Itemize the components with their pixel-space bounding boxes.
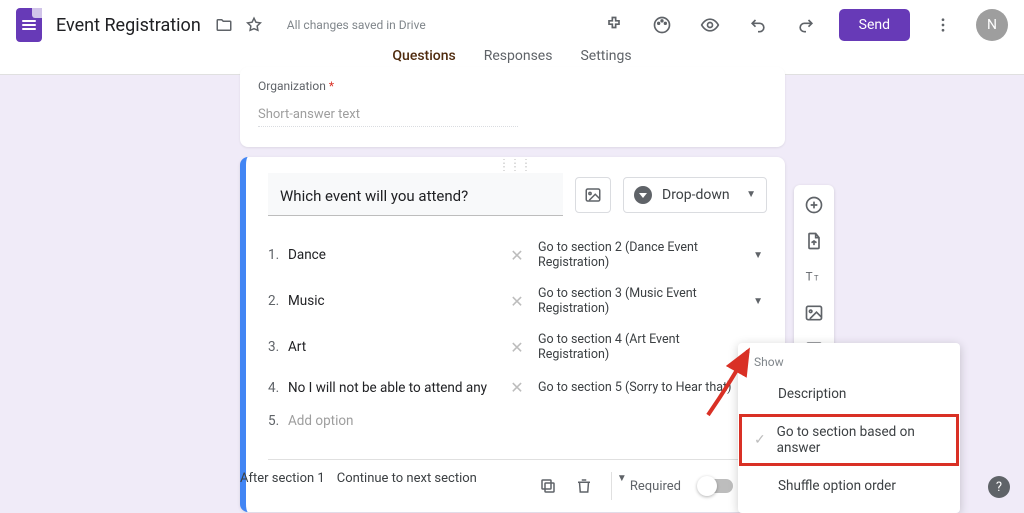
preview-icon[interactable] xyxy=(700,15,720,35)
required-asterisk: * xyxy=(329,79,334,93)
folder-icon[interactable] xyxy=(214,15,234,35)
after-section-select[interactable]: Continue to next section ▼ xyxy=(337,471,627,486)
option-row[interactable]: 1. Dance ✕ Go to section 2 (Dance Event … xyxy=(268,232,767,278)
option-row[interactable]: 4. No I will not be able to attend any ✕… xyxy=(268,370,767,405)
question-type-label: Drop-down xyxy=(662,187,736,203)
remove-option-icon[interactable]: ✕ xyxy=(508,246,526,265)
add-image-sidebar-button[interactable] xyxy=(804,303,824,323)
question-title-input[interactable]: Which event will you attend? xyxy=(268,173,563,216)
popup-description[interactable]: Description xyxy=(738,375,960,413)
chevron-down-icon: ▼ xyxy=(617,473,627,484)
question-type-select[interactable]: Drop-down ▼ xyxy=(623,177,767,213)
question-more-menu-popup: Show Description ✓Go to section based on… xyxy=(738,343,960,513)
previous-question-card[interactable]: Organization * Short-answer text xyxy=(240,67,785,147)
add-title-button[interactable]: TT xyxy=(804,267,824,287)
import-questions-button[interactable] xyxy=(804,231,824,251)
account-avatar[interactable]: N xyxy=(976,9,1008,41)
prev-answer-hint: Short-answer text xyxy=(258,107,518,127)
drag-handle-icon[interactable]: ⋮⋮⋮⋮⋮⋮ xyxy=(246,157,785,173)
add-question-button[interactable] xyxy=(804,195,824,215)
document-title[interactable]: Event Registration xyxy=(56,15,201,36)
after-section-label: After section 1 xyxy=(240,471,325,486)
remove-option-icon[interactable]: ✕ xyxy=(508,292,526,311)
remove-option-icon[interactable]: ✕ xyxy=(508,378,526,397)
options-list: 1. Dance ✕ Go to section 2 (Dance Event … xyxy=(246,226,785,443)
svg-text:T: T xyxy=(814,273,819,282)
popup-show-heading: Show xyxy=(738,353,960,375)
popup-goto-section[interactable]: ✓Go to section based on answer xyxy=(738,413,960,467)
goto-section[interactable]: Go to section 2 (Dance Event Registratio… xyxy=(538,240,749,270)
redo-icon[interactable] xyxy=(796,15,816,35)
help-button[interactable]: ? xyxy=(988,476,1010,498)
undo-icon[interactable] xyxy=(748,15,768,35)
required-label: Required xyxy=(630,479,681,494)
chevron-down-icon[interactable]: ▼ xyxy=(749,296,767,307)
chevron-down-icon[interactable]: ▼ xyxy=(749,250,767,261)
option-text[interactable]: No I will not be able to attend any xyxy=(288,380,508,396)
option-row[interactable]: 3. Art ✕ Go to section 4 (Art Event Regi… xyxy=(268,324,767,370)
forms-logo[interactable] xyxy=(16,8,42,42)
remove-option-icon[interactable]: ✕ xyxy=(508,338,526,357)
addons-icon[interactable] xyxy=(604,15,624,35)
required-toggle[interactable] xyxy=(699,479,733,493)
add-option-label[interactable]: Add option xyxy=(288,413,508,429)
popup-shuffle[interactable]: Shuffle option order xyxy=(738,467,960,505)
chevron-down-icon: ▼ xyxy=(746,189,756,200)
save-status: All changes saved in Drive xyxy=(287,18,426,32)
star-icon[interactable] xyxy=(244,15,264,35)
option-row[interactable]: 2. Music ✕ Go to section 3 (Music Event … xyxy=(268,278,767,324)
check-icon: ✓ xyxy=(754,432,767,448)
add-option-row[interactable]: 5. Add option xyxy=(268,405,767,437)
option-text[interactable]: Art xyxy=(288,339,508,355)
goto-section[interactable]: Go to section 3 (Music Event Registratio… xyxy=(538,286,749,316)
option-text[interactable]: Music xyxy=(288,293,508,309)
question-card: ⋮⋮⋮⋮⋮⋮ Which event will you attend? Drop… xyxy=(240,157,785,512)
after-section-control: After section 1 Continue to next section… xyxy=(240,471,627,486)
goto-section[interactable]: Go to section 5 (Sorry to Hear that) xyxy=(538,380,749,395)
send-button[interactable]: Send xyxy=(839,9,910,41)
app-header: Event Registration All changes saved in … xyxy=(0,0,1024,75)
goto-section[interactable]: Go to section 4 (Art Event Registration) xyxy=(538,332,749,362)
more-menu-icon[interactable] xyxy=(933,15,953,35)
svg-text:T: T xyxy=(806,269,813,283)
prev-question-title: Organization * xyxy=(258,79,767,93)
option-text[interactable]: Dance xyxy=(288,247,508,263)
palette-icon[interactable] xyxy=(652,15,672,35)
dropdown-type-icon xyxy=(634,186,652,204)
add-image-button[interactable] xyxy=(575,177,611,213)
